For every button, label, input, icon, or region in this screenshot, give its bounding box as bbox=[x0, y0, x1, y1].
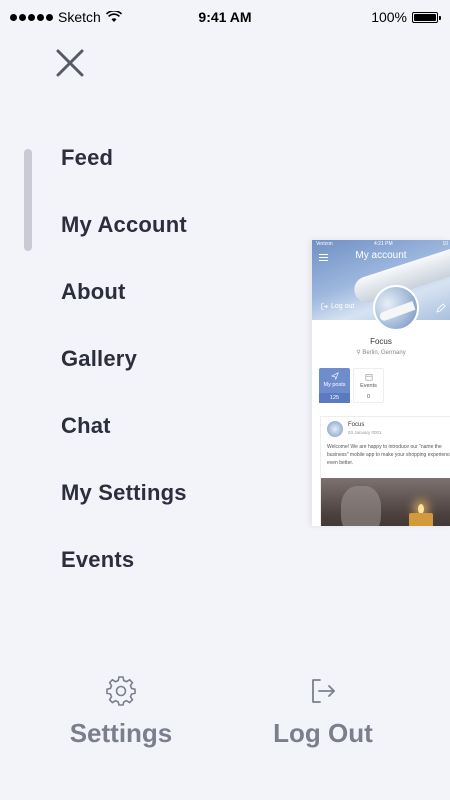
battery-icon bbox=[412, 11, 441, 23]
menu-item-about[interactable]: About bbox=[61, 274, 187, 341]
preview-tab-count: 125 bbox=[319, 393, 350, 403]
candle bbox=[409, 513, 433, 526]
preview-location: ⚲ Berlin, Germany bbox=[356, 350, 406, 356]
preview-post-text: Welcome! We are happy to introduce our "… bbox=[327, 444, 450, 466]
close-button[interactable] bbox=[52, 45, 88, 81]
preview-tab-events: Events 0 bbox=[353, 368, 384, 403]
preview-tabs: My posts 125 Events 0 bbox=[319, 368, 384, 403]
preview-post-author: Focus bbox=[348, 422, 365, 428]
preview-tab-label: My posts bbox=[323, 382, 346, 388]
preview-logout-label: Log out bbox=[331, 303, 355, 310]
logout-label: Log Out bbox=[273, 718, 373, 748]
preview-profile-name: Focus bbox=[370, 337, 392, 346]
battery-fill bbox=[414, 13, 436, 21]
status-bar: Sketch 9:41 AM 100% bbox=[0, 0, 450, 34]
preview-carrier: Verizon bbox=[316, 241, 333, 247]
preview-tab-label: Events bbox=[360, 383, 377, 389]
preview-post-image-figure bbox=[341, 486, 381, 526]
logout-icon bbox=[312, 679, 335, 703]
screen-preview[interactable]: Verizon 4:21 PM 10 My account Log out Fo… bbox=[312, 240, 450, 526]
preview-tab-count: 0 bbox=[366, 394, 371, 400]
menu-item-gallery[interactable]: Gallery bbox=[61, 341, 187, 408]
preview-edit-icon bbox=[436, 303, 446, 313]
menu-item-feed[interactable]: Feed bbox=[61, 140, 187, 207]
preview-status-right: 10 bbox=[442, 241, 448, 247]
preview-post-image bbox=[321, 478, 450, 526]
preview-post-avatar bbox=[327, 421, 343, 437]
close-icon bbox=[56, 49, 84, 77]
menu-item-chat[interactable]: Chat bbox=[61, 408, 187, 475]
preview-logout: Log out bbox=[321, 303, 354, 310]
preview-status-bar: Verizon 4:21 PM 10 bbox=[312, 240, 450, 248]
preview-avatar bbox=[373, 285, 419, 331]
settings-label: Settings bbox=[69, 718, 173, 748]
preview-post-card: Focus 03 January 0001 Welcome! We are ha… bbox=[320, 416, 450, 526]
preview-location-text: Berlin, Germany bbox=[362, 350, 406, 356]
preview-logout-icon bbox=[321, 303, 328, 310]
send-icon bbox=[330, 372, 339, 380]
preview-time: 4:21 PM bbox=[374, 241, 393, 247]
preview-title: My account bbox=[355, 250, 407, 261]
calendar-icon bbox=[364, 374, 373, 381]
settings-button[interactable]: Settings bbox=[41, 676, 201, 749]
side-menu: Feed My Account About Gallery Chat My Se… bbox=[61, 140, 187, 609]
menu-item-my-settings[interactable]: My Settings bbox=[61, 475, 187, 542]
menu-item-my-account[interactable]: My Account bbox=[61, 207, 187, 274]
gear-icon bbox=[106, 676, 136, 706]
menu-item-events[interactable]: Events bbox=[61, 542, 187, 609]
scroll-indicator[interactable] bbox=[24, 149, 32, 251]
preview-post-date: 03 January 0001 bbox=[348, 430, 382, 435]
status-right: 100% bbox=[371, 9, 441, 25]
battery-percent: 100% bbox=[371, 9, 407, 25]
preview-tab-my-posts: My posts 125 bbox=[319, 368, 350, 403]
logout-button[interactable]: Log Out bbox=[243, 676, 403, 749]
